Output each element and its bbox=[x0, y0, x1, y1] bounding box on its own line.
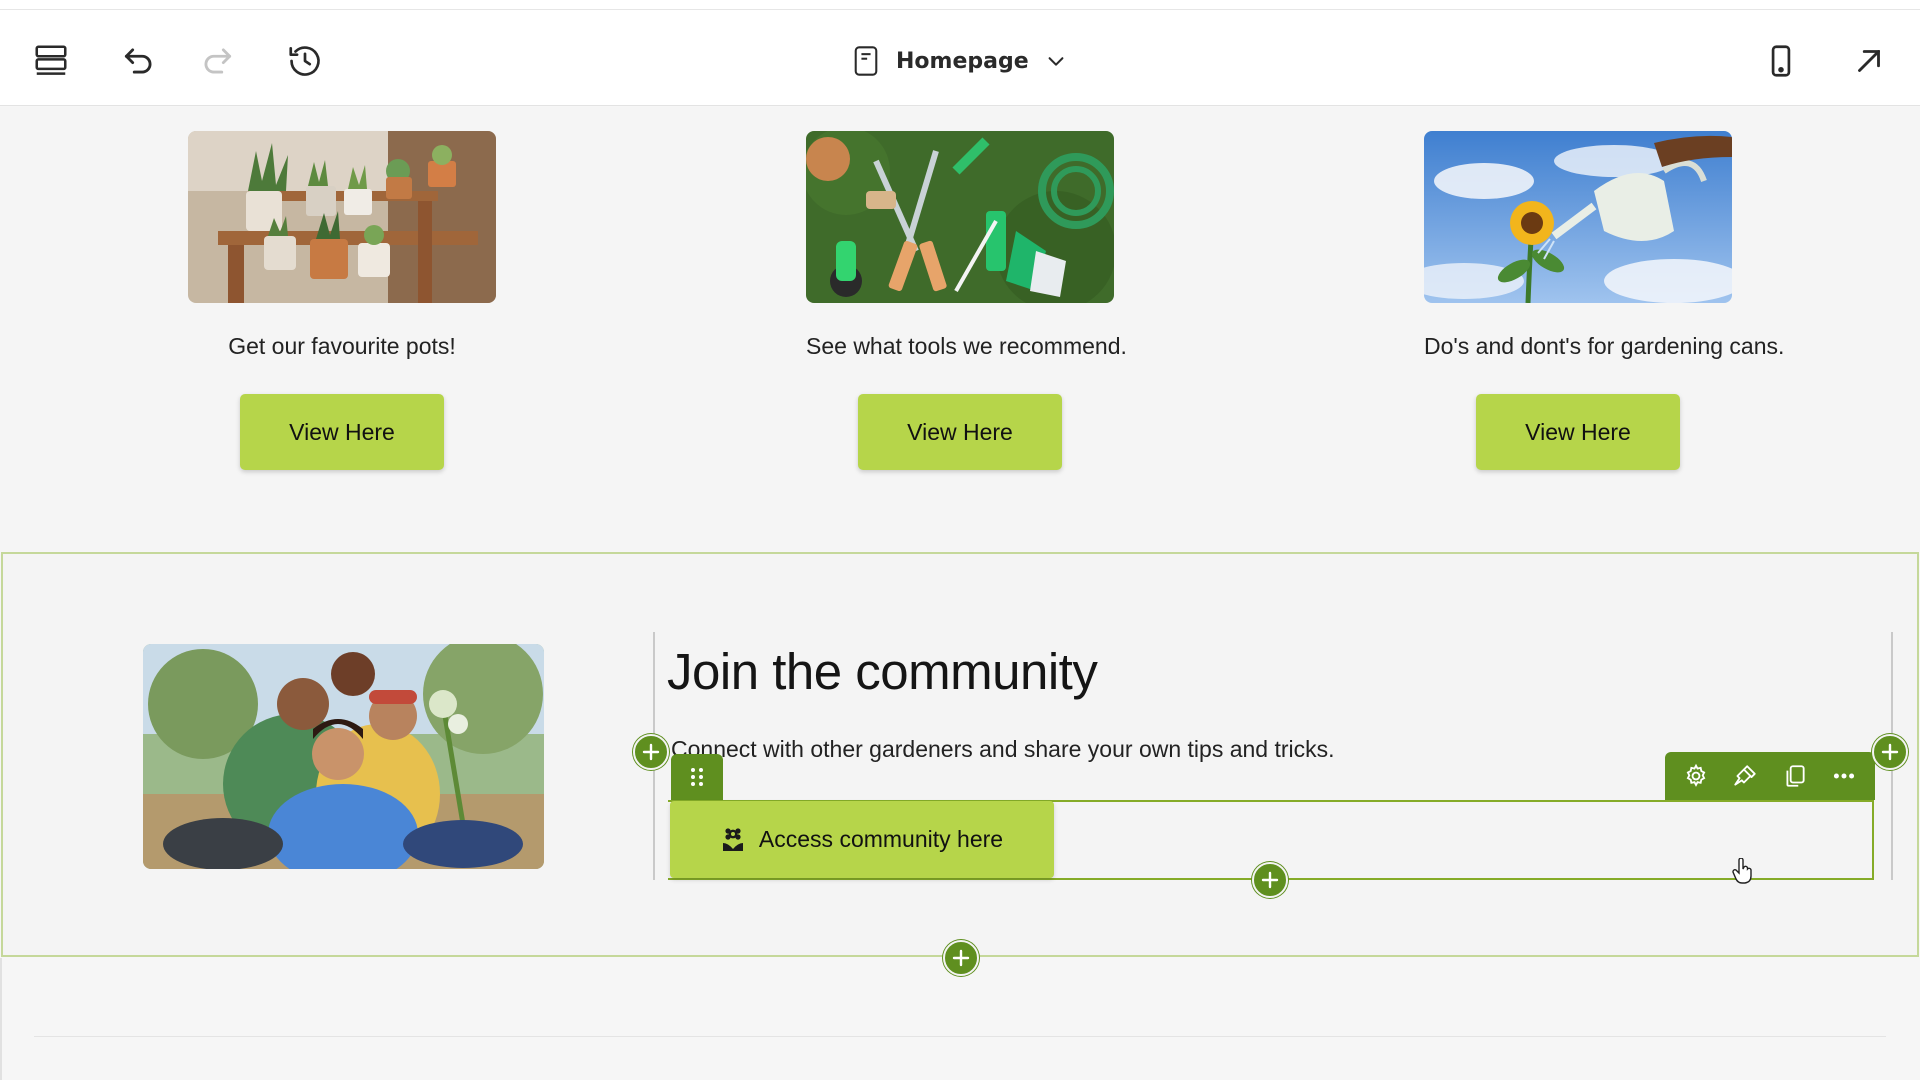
watering-can-sunflower-photo bbox=[1424, 131, 1732, 303]
access-community-label: Access community here bbox=[758, 826, 1004, 852]
duplicate-icon bbox=[1786, 765, 1805, 787]
settings-icon bbox=[1686, 763, 1706, 787]
redo-button[interactable] bbox=[190, 34, 244, 88]
footer-divider bbox=[34, 1036, 1886, 1037]
plus-icon bbox=[642, 743, 660, 761]
garden-tools-photo bbox=[806, 131, 1114, 303]
editor-toolbar: Homepage bbox=[0, 10, 1920, 106]
settings-button[interactable] bbox=[1676, 756, 1716, 796]
page-icon bbox=[854, 46, 878, 76]
more-options-button[interactable] bbox=[1824, 756, 1864, 796]
flower-icon bbox=[722, 827, 743, 851]
community-description: Connect with other gardeners and share y… bbox=[671, 736, 1335, 762]
duplicate-button[interactable] bbox=[1775, 756, 1815, 796]
card-cans: Do's and dont's for gardening cans. View… bbox=[1424, 131, 1785, 470]
friends-group-photo bbox=[143, 644, 544, 869]
layers-icon bbox=[35, 45, 67, 75]
community-section[interactable]: Join the community Connect with other ga… bbox=[1, 552, 1919, 976]
mobile-preview-icon bbox=[1771, 45, 1791, 77]
featured-cards-section: Get our favourite pots! View Here See wh… bbox=[0, 107, 1920, 551]
more-icon bbox=[1834, 773, 1855, 779]
open-external-icon bbox=[1858, 50, 1880, 72]
potted-plants-photo bbox=[188, 131, 496, 303]
add-element-below-button[interactable] bbox=[1252, 862, 1288, 898]
add-element-right-button[interactable] bbox=[1872, 734, 1908, 770]
element-toolbar bbox=[1665, 752, 1875, 800]
view-here-button[interactable]: View Here bbox=[1476, 394, 1680, 470]
card-caption: See what tools we recommend. bbox=[806, 333, 1127, 359]
card-tools: See what tools we recommend. View Here bbox=[806, 131, 1127, 470]
card-caption: Get our favourite pots! bbox=[228, 333, 456, 359]
page-selector[interactable]: Homepage bbox=[852, 36, 1072, 86]
view-here-button[interactable]: View Here bbox=[858, 394, 1062, 470]
mobile-preview-button[interactable] bbox=[1754, 34, 1808, 88]
open-external-button[interactable] bbox=[1842, 34, 1896, 88]
layers-button[interactable] bbox=[24, 34, 78, 88]
chevron-down-icon bbox=[1048, 57, 1064, 66]
undo-icon bbox=[124, 48, 152, 74]
drag-handle[interactable] bbox=[671, 754, 723, 800]
undo-button[interactable] bbox=[112, 34, 166, 88]
card-pots: Get our favourite pots! View Here bbox=[188, 131, 496, 470]
card-caption: Do's and dont's for gardening cans. bbox=[1424, 333, 1785, 359]
canvas-edge bbox=[0, 958, 2, 1080]
add-element-left-button[interactable] bbox=[633, 734, 669, 770]
view-here-button[interactable]: View Here bbox=[240, 394, 444, 470]
plus-icon bbox=[952, 949, 970, 967]
design-icon bbox=[1734, 765, 1756, 786]
hand-pointer-cursor-icon bbox=[1732, 858, 1752, 884]
page-title: Homepage bbox=[896, 48, 1029, 74]
history-icon bbox=[289, 46, 320, 76]
access-community-button[interactable]: Access community here bbox=[670, 801, 1054, 878]
window-top-edge bbox=[0, 0, 1920, 10]
add-section-button[interactable] bbox=[943, 940, 979, 976]
history-button[interactable] bbox=[278, 34, 332, 88]
plus-icon bbox=[1881, 743, 1899, 761]
plus-icon bbox=[1261, 871, 1279, 889]
drag-grip-icon bbox=[691, 768, 703, 786]
community-title: Join the community bbox=[667, 643, 1098, 700]
redo-icon bbox=[204, 48, 232, 74]
design-button[interactable] bbox=[1725, 756, 1765, 796]
